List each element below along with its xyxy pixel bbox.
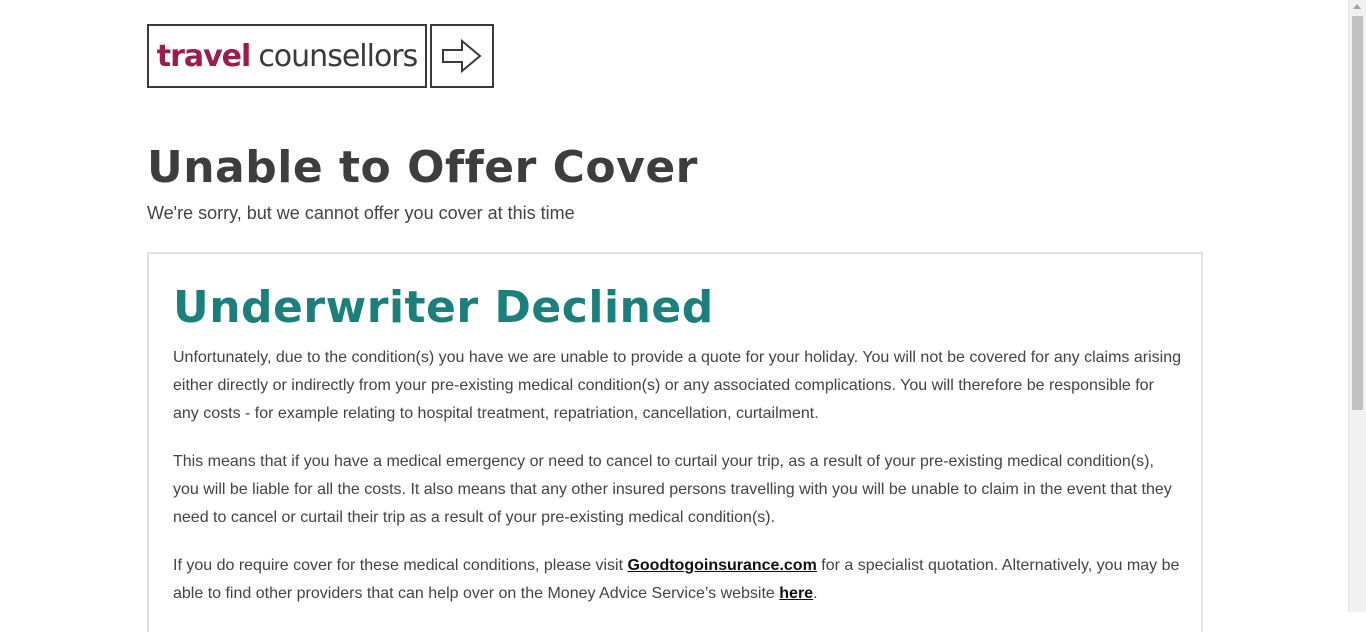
decline-paragraph-3: If you do require cover for these medica…	[173, 552, 1183, 608]
page-title: Unable to Offer Cover	[147, 142, 698, 193]
vertical-scrollbar[interactable]	[1348, 0, 1366, 612]
goodtogo-link[interactable]: Goodtogoinsurance.com	[627, 557, 816, 574]
page-subtitle: We're sorry, but we cannot offer you cov…	[147, 203, 575, 223]
decline-paragraph-1: Unfortunately, due to the condition(s) y…	[173, 349, 1181, 422]
arrow-right-icon	[430, 24, 494, 88]
logo-wordmark: travel counsellors	[147, 24, 427, 88]
logo-word-travel: travel	[156, 38, 252, 74]
logo-word-counsellors: counsellors	[258, 38, 418, 74]
logo[interactable]: travel counsellors	[147, 24, 494, 88]
panel-title: Underwriter Declined	[173, 282, 714, 333]
p3-text-after: .	[813, 585, 818, 602]
scroll-up-icon[interactable]	[1353, 4, 1361, 9]
decline-paragraph-2: This means that if you have a medical em…	[173, 453, 1172, 526]
here-link[interactable]: here	[779, 585, 813, 602]
p3-text-before: If you do require cover for these medica…	[173, 557, 628, 574]
decline-panel: Underwriter Declined Unfortunately, due …	[147, 252, 1203, 632]
scrollbar-thumb[interactable]	[1352, 16, 1363, 410]
